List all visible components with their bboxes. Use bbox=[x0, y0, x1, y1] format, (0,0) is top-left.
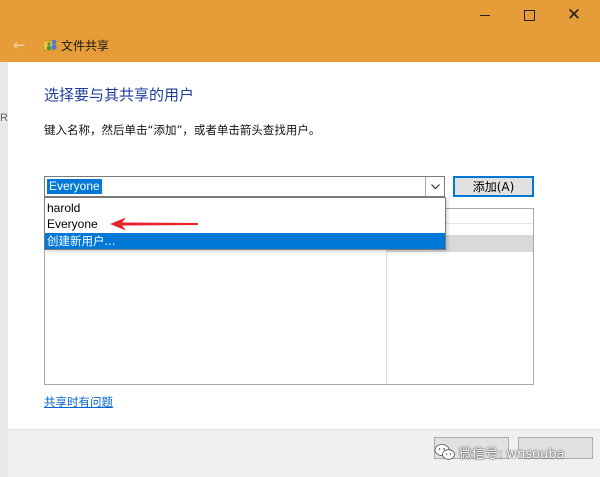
file-sharing-icon bbox=[44, 39, 57, 51]
page-heading: 选择要与其共享的用户 bbox=[44, 86, 195, 104]
close-button[interactable]: ✕ bbox=[551, 0, 597, 30]
dropdown-item-harold[interactable]: harold bbox=[45, 200, 445, 216]
dropdown-item-create-new-user[interactable]: 创建新用户... bbox=[45, 233, 445, 249]
dropdown-item-everyone[interactable]: Everyone bbox=[45, 216, 445, 232]
sharing-help-link[interactable]: 共享时有问题 bbox=[44, 394, 113, 410]
combobox-dropdown-button[interactable] bbox=[425, 177, 444, 196]
title-bar[interactable]: ✕ ← 文件共享 bbox=[0, 0, 600, 62]
combobox-value[interactable]: Everyone bbox=[47, 179, 102, 194]
wechat-watermark: 微信号: wnsouba bbox=[434, 442, 565, 462]
window-title: 文件共享 bbox=[61, 39, 110, 53]
minimize-button[interactable] bbox=[462, 0, 508, 30]
instruction-text: 键入名称，然后单击“添加”，或者单击箭头查找用户。 bbox=[44, 123, 321, 137]
chevron-down-icon bbox=[430, 183, 440, 189]
background-window-text: R bbox=[0, 112, 8, 124]
back-arrow-icon[interactable]: ← bbox=[13, 36, 26, 54]
maximize-icon bbox=[523, 9, 535, 21]
maximize-button[interactable] bbox=[506, 0, 552, 30]
minimize-icon bbox=[480, 14, 490, 16]
file-sharing-window: R ✕ ← 文件共享 选择要与其共享的用户 键入名称，然后单击“添加”，或者单击… bbox=[0, 0, 600, 477]
add-button[interactable]: 添加(A) bbox=[453, 176, 534, 197]
user-dropdown-list[interactable]: harold Everyone 创建新用户... bbox=[44, 197, 446, 250]
user-name-combobox[interactable]: Everyone bbox=[44, 176, 445, 197]
wechat-icon bbox=[434, 444, 455, 460]
content-panel: 选择要与其共享的用户 键入名称，然后单击“添加”，或者单击箭头查找用户。 Eve… bbox=[8, 62, 600, 429]
close-icon: ✕ bbox=[566, 4, 582, 25]
watermark-text: 微信号: wnsouba bbox=[459, 446, 565, 462]
red-pointer-arrow-icon bbox=[110, 217, 198, 231]
